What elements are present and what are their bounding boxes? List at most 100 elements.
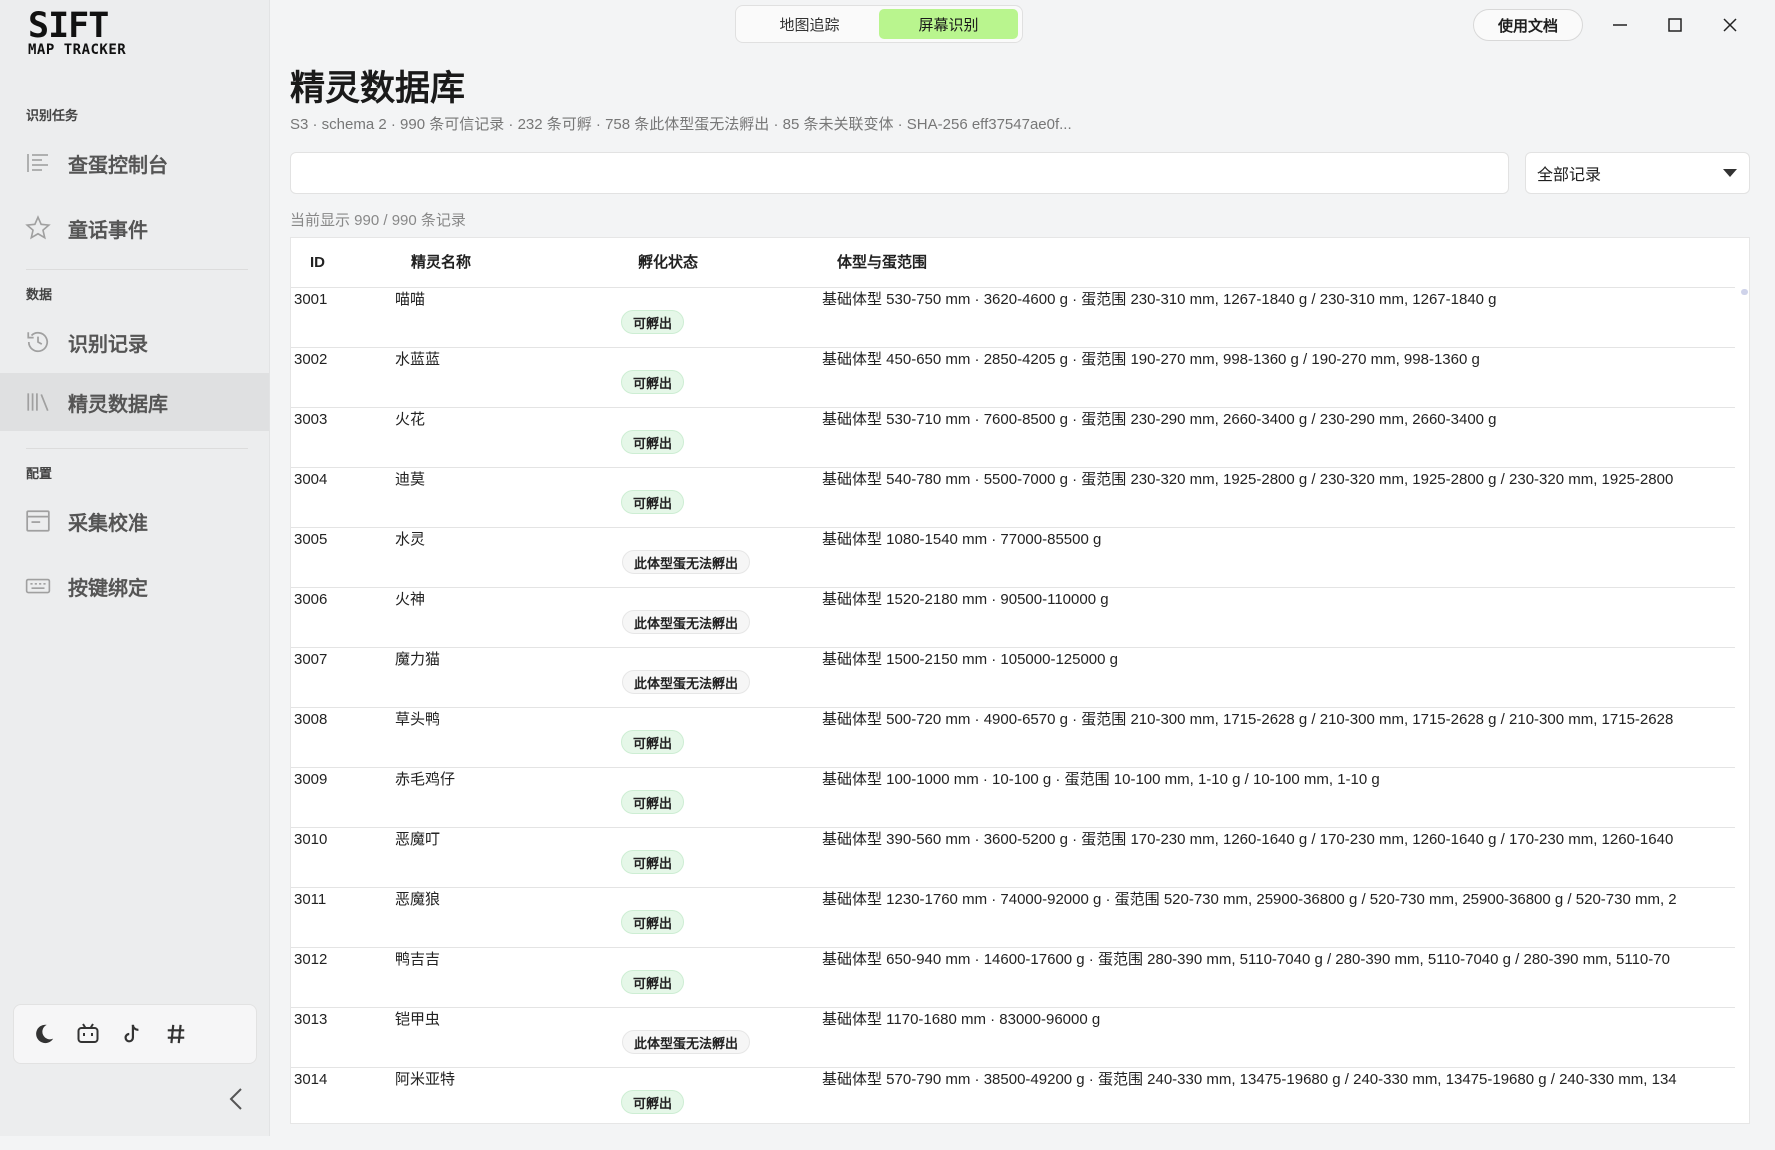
- sidebar: SIFT MAP TRACKER 识别任务 查蛋控制台 童话事件 数据 识别记录…: [0, 0, 270, 1136]
- history-icon: [24, 328, 52, 356]
- cell-name: 恶魔狼: [395, 891, 441, 908]
- search-input[interactable]: [290, 152, 1509, 194]
- hash-icon[interactable]: [164, 1022, 188, 1046]
- sidebar-item-keybinds[interactable]: 按键绑定: [0, 557, 269, 615]
- cell-body-range: 基础体型 530-710 mm · 7600-8500 g · 蛋范围 230-…: [822, 411, 1497, 428]
- cell-id: 3008: [294, 711, 328, 728]
- status-badge: 可孵出: [621, 310, 685, 334]
- cell-body-range: 基础体型 1080-1540 mm · 77000-85500 g: [822, 531, 1102, 548]
- cell-name: 阿米亚特: [395, 1071, 456, 1088]
- logo-title: SIFT: [28, 6, 109, 46]
- cell-body-range: 基础体型 1520-2180 mm · 90500-110000 g: [822, 591, 1109, 608]
- status-badge: 此体型蛋无法孵出: [622, 550, 751, 574]
- page-title: 精灵数据库: [290, 69, 466, 108]
- collapse-sidebar-button[interactable]: [226, 1086, 246, 1112]
- minimize-button[interactable]: [1604, 9, 1636, 41]
- close-icon: [1723, 18, 1737, 32]
- tab-map-tracking[interactable]: 地图追踪: [740, 9, 879, 39]
- record-filter-select[interactable]: 全部记录: [1525, 152, 1750, 194]
- status-badge: 此体型蛋无法孵出: [622, 1030, 751, 1054]
- table-row[interactable]: 3014 阿米亚特 可孵出 基础体型 570-790 mm · 38500-49200…: [291, 1068, 1735, 1123]
- cell-name: 水蓝蓝: [395, 351, 441, 368]
- star-icon: [24, 214, 52, 242]
- chevron-down-icon: [1723, 169, 1737, 177]
- cell-name: 魔力猫: [395, 651, 441, 668]
- table-row[interactable]: 3003 火花 可孵出 基础体型 530-710 mm · 7600-8500 g ·…: [291, 408, 1735, 468]
- database-summary: S3 · schema 2 · 990 条可信记录 · 232 条可孵 · 75…: [290, 116, 1072, 133]
- cell-body-range: 基础体型 650-940 mm · 14600-17600 g · 蛋范围 28…: [822, 951, 1670, 968]
- maximize-button[interactable]: [1659, 9, 1691, 41]
- cell-name: 迪莫: [395, 471, 426, 488]
- column-header-status[interactable]: 孵化状态: [638, 238, 698, 288]
- table-row[interactable]: 3009 赤毛鸡仔 可孵出 基础体型 100-1000 mm · 10-100 g ·…: [291, 768, 1735, 828]
- bilibili-icon[interactable]: [76, 1022, 100, 1046]
- cell-id: 3013: [294, 1011, 328, 1028]
- logo-subtitle: MAP TRACKER: [28, 42, 127, 58]
- mode-switch: 地图追踪 屏幕识别: [735, 5, 1023, 43]
- column-header-name[interactable]: 精灵名称: [411, 238, 471, 288]
- table-row[interactable]: 3007 魔力猫 此体型蛋无法孵出 基础体型 1500-2150 mm · 10500…: [291, 648, 1735, 708]
- table-row[interactable]: 3012 鸭吉吉可孵出 基础体型 650-940 mm · 14600-17600 …: [291, 948, 1735, 1008]
- sidebar-item-calibration[interactable]: 采集校准: [0, 492, 269, 550]
- cell-id: 3009: [294, 771, 328, 788]
- table-row[interactable]: 3004 迪莫 可孵出 基础体型 540-780 mm · 5500-7000 g ·…: [291, 468, 1735, 528]
- table-row[interactable]: 3010 恶魔叮 可孵出 基础体型 390-560 mm · 3600-5200 g …: [291, 828, 1735, 888]
- status-badge: 可孵出: [621, 430, 685, 454]
- table-row[interactable]: 3002 水蓝蓝可孵出 基础体型 450-650 mm · 2850-4205 g …: [291, 348, 1735, 408]
- cell-id: 3001: [294, 291, 328, 308]
- table-row[interactable]: 3011 恶魔狼 可孵出 基础体型 1230-1760 mm · 74000-9200…: [291, 888, 1735, 948]
- sidebar-item-fairy-events[interactable]: 童话事件: [0, 199, 269, 257]
- cell-id: 3010: [294, 831, 328, 848]
- column-header-body-range[interactable]: 体型与蛋范围: [837, 238, 927, 288]
- sidebar-item-sprite-database[interactable]: 精灵数据库: [0, 373, 269, 431]
- docs-button[interactable]: 使用文档: [1473, 9, 1583, 41]
- sidebar-item-label: 识别记录: [68, 333, 148, 356]
- cell-name: 草头鸭: [395, 711, 441, 728]
- table-row[interactable]: 3005 水灵 此体型蛋无法孵出 基础体型 1080-1540 mm · 77000-…: [291, 528, 1735, 588]
- moon-icon[interactable]: [32, 1022, 56, 1046]
- table-row[interactable]: 3001 喵喵 可孵出 基础体型 530-750 mm · 3620-4600 g ·…: [291, 288, 1735, 348]
- filter-selected-value: 全部记录: [1537, 167, 1602, 184]
- library-icon: [24, 388, 52, 416]
- app-logo: SIFT MAP TRACKER: [28, 6, 153, 60]
- cell-id: 3014: [294, 1071, 328, 1088]
- cell-name: 铠甲虫: [395, 1011, 441, 1028]
- cell-body-range: 基础体型 100-1000 mm · 10-100 g · 蛋范围 10-100…: [822, 771, 1380, 788]
- section-label-data: 数据: [26, 287, 53, 302]
- minimize-icon: [1613, 24, 1627, 26]
- status-badge: 可孵出: [621, 970, 685, 994]
- cell-name: 水灵: [395, 531, 426, 548]
- cell-id: 3006: [294, 591, 328, 608]
- cell-body-range: 基础体型 570-790 mm · 38500-49200 g · 蛋范围 24…: [822, 1071, 1677, 1088]
- cell-body-range: 基础体型 1500-2150 mm · 105000-125000 g: [822, 651, 1119, 668]
- vertical-scrollbar[interactable]: [1738, 288, 1749, 1123]
- tiktok-icon[interactable]: [120, 1022, 144, 1046]
- close-button[interactable]: [1714, 9, 1746, 41]
- cell-body-range: 基础体型 450-650 mm · 2850-4205 g · 蛋范围 190-…: [822, 351, 1480, 368]
- status-badge: 可孵出: [621, 910, 685, 934]
- table-row[interactable]: 3008 草头鸭 可孵出 基础体型 500-720 mm · 4900-6570 g …: [291, 708, 1735, 768]
- sidebar-item-label: 按键绑定: [68, 577, 148, 600]
- scrollbar-thumb[interactable]: [1741, 289, 1748, 295]
- tab-screen-recognition[interactable]: 屏幕识别: [879, 9, 1018, 39]
- table-row[interactable]: 3006 火神 此体型蛋无法孵出 基础体型 1520-2180 mm · 90500-…: [291, 588, 1735, 648]
- sidebar-item-records[interactable]: 识别记录: [0, 313, 269, 371]
- sidebar-item-egg-console[interactable]: 查蛋控制台: [0, 134, 269, 192]
- cell-body-range: 基础体型 1170-1680 mm · 83000-96000 g: [822, 1011, 1101, 1028]
- status-badge: 可孵出: [621, 850, 685, 874]
- status-badge: 可孵出: [621, 790, 685, 814]
- cell-name: 喵喵: [395, 291, 426, 308]
- status-badge: 可孵出: [621, 370, 685, 394]
- table-row[interactable]: 3013 铠甲虫此体型蛋无法孵出 基础体型 1170-1680 mm · 83000…: [291, 1008, 1735, 1068]
- cell-id: 3012: [294, 951, 328, 968]
- column-header-id[interactable]: ID: [310, 238, 325, 288]
- list-icon: [24, 149, 52, 177]
- section-label-tasks: 识别任务: [26, 108, 79, 123]
- cell-id: 3003: [294, 411, 328, 428]
- cell-id: 3002: [294, 351, 328, 368]
- cell-name: 鸭吉吉: [395, 951, 441, 968]
- keyboard-icon: [24, 572, 52, 600]
- maximize-icon: [1668, 18, 1682, 32]
- cell-id: 3011: [294, 891, 327, 908]
- social-links: [13, 1004, 257, 1064]
